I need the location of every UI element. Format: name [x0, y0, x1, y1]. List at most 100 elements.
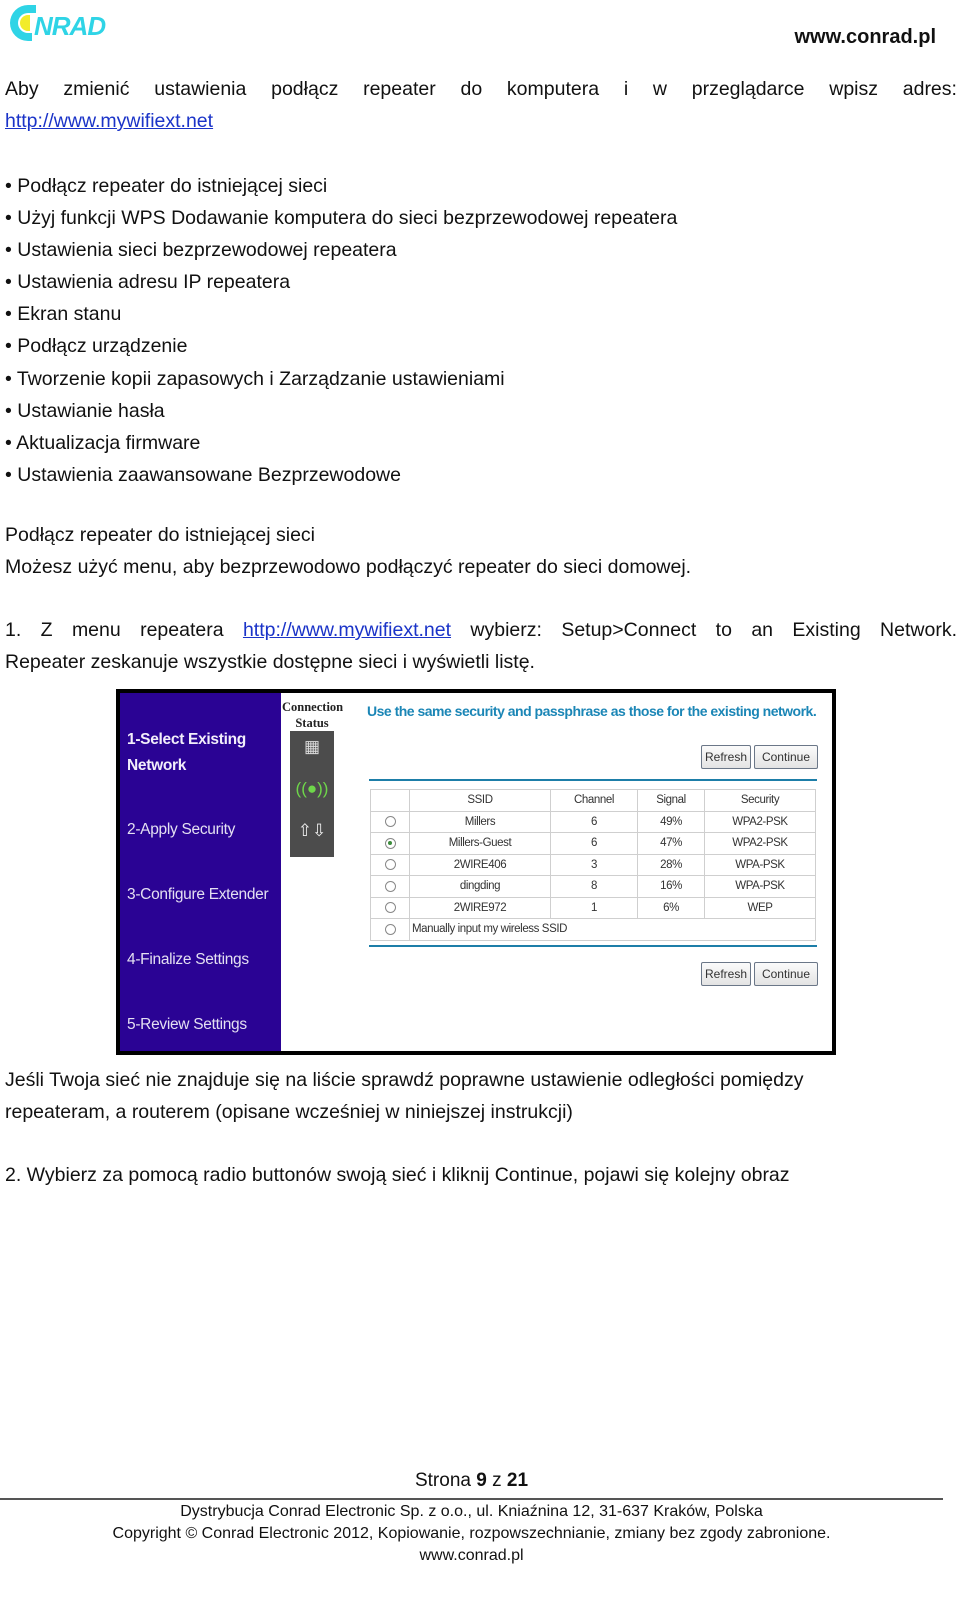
network-table: SSID Channel Signal Security Millers 6 4… — [370, 789, 816, 941]
note-line2: repeateram, a routerem (opisane wcześnie… — [5, 1101, 573, 1123]
signal-cell: 6% — [637, 896, 705, 919]
manual-ssid-radio[interactable] — [384, 923, 396, 935]
wizard-note: Use the same security and passphrase as … — [367, 703, 817, 719]
step1-line2: Repeater zeskanuje wszystkie dostępne si… — [5, 651, 535, 673]
intro-word: wpisz — [829, 78, 878, 100]
intro-word: adres: — [902, 78, 957, 100]
ssid-cell: Millers-Guest — [409, 832, 551, 855]
intro-word: w — [652, 78, 667, 100]
step1-word: to — [715, 619, 732, 641]
signal-cell: 49% — [637, 810, 705, 833]
manual-ssid-label: Manually input my wireless SSID — [409, 918, 816, 941]
network-radio-selected[interactable] — [384, 837, 396, 849]
header-website: www.conrad.pl — [794, 26, 937, 48]
network-radio[interactable] — [384, 880, 396, 892]
table-header-row: SSID Channel Signal Security — [370, 789, 816, 812]
table-row[interactable]: Millers 6 49% WPA2-PSK — [370, 810, 816, 833]
page-number: Strona 9 z 21 — [0, 1470, 943, 1492]
list-item: • Podłącz repeater do istniejącej sieci — [5, 175, 328, 197]
table-row[interactable]: Millers-Guest 6 47% WPA2-PSK — [370, 832, 816, 855]
wizard-step-configure-extender[interactable]: 3-Configure Extender — [127, 882, 269, 908]
wizard-step-select-network[interactable]: 1-Select Existing Network — [127, 727, 277, 779]
step1-word: menu — [71, 619, 121, 641]
wireless-signal-icon: ((●)) — [295, 779, 329, 798]
security-cell: WPA-PSK — [704, 875, 816, 898]
list-item: • Ustawienia zaawansowane Bezprzewodowe — [5, 463, 401, 486]
conrad-logo-icon: NRAD — [10, 5, 107, 41]
security-cell: WPA2-PSK — [704, 810, 816, 833]
list-item: • Użyj funkcji WPS Dodawanie komputera d… — [5, 207, 678, 230]
header-select — [370, 789, 410, 812]
channel-cell: 3 — [550, 853, 638, 876]
intro-word: zmienić — [63, 78, 130, 100]
continue-button-bottom[interactable]: Continue — [754, 962, 818, 986]
list-item: • Tworzenie kopii zapasowych i Zarządzan… — [5, 367, 505, 390]
page-prefix: Strona — [414, 1470, 471, 1491]
network-radio[interactable] — [384, 816, 396, 828]
channel-cell: 6 — [550, 832, 638, 855]
table-row[interactable]: dingding 8 16% WPA-PSK — [370, 875, 816, 898]
footer-website: www.conrad.pl — [419, 1547, 524, 1564]
network-radio[interactable] — [384, 902, 396, 914]
intro-word: do — [460, 78, 483, 100]
page-separator: z — [492, 1470, 502, 1491]
intro-link-line: http://www.mywifiext.net — [5, 105, 213, 137]
wizard-step-apply-security[interactable]: 2-Apply Security — [127, 817, 235, 843]
connection-status-panel: ▦ ((●)) ⇧⇩ — [290, 731, 334, 857]
ssid-cell: 2WIRE406 — [409, 853, 551, 876]
table-row[interactable]: 2WIRE972 1 6% WEP — [370, 896, 816, 919]
list-item: • Podłącz urządzenie — [5, 335, 188, 358]
refresh-button-top[interactable]: Refresh — [701, 745, 751, 769]
intro-word: Aby — [5, 78, 39, 100]
step1-line: 1. Zmenu repeatera http://www.mywifiext.net… — [5, 614, 957, 646]
network-radio[interactable] — [384, 859, 396, 871]
router-icon: ▦ — [303, 737, 321, 756]
intro-word: podłącz — [271, 78, 339, 100]
ssid-cell: Millers — [409, 810, 551, 833]
channel-cell: 6 — [550, 810, 638, 833]
table-row[interactable]: 2WIRE406 3 28% WPA-PSK — [370, 853, 816, 876]
list-item: • Ekran stanu — [5, 303, 122, 326]
section-subtext: Możesz użyć menu, aby bezprzewodowo podł… — [5, 556, 692, 578]
footer-copyright: Copyright © Conrad Electronic 2012, Kopi… — [112, 1525, 831, 1542]
mywifiext-link[interactable]: http://www.mywifiext.net — [243, 614, 451, 646]
divider — [369, 945, 817, 947]
channel-cell: 1 — [550, 896, 638, 919]
section-heading: Podłącz repeater do istniejącej sieci — [5, 524, 316, 546]
step1-word: Z — [40, 619, 53, 641]
continue-button-top[interactable]: Continue — [754, 745, 818, 769]
conrad-logo: NRAD — [6, 2, 166, 44]
page-total: 21 — [506, 1470, 529, 1491]
table-row-manual[interactable]: Manually input my wireless SSID — [370, 918, 816, 941]
signal-cell: 16% — [637, 875, 705, 898]
security-cell: WPA2-PSK — [704, 832, 816, 855]
list-item: • Ustawienia adresu IP repeatera — [5, 271, 291, 294]
wizard-screenshot: 1-Select Existing Network 2-Apply Securi… — [116, 689, 836, 1055]
ssid-cell: dingding — [409, 875, 551, 898]
refresh-button-bottom[interactable]: Refresh — [701, 962, 751, 986]
mywifiext-link[interactable]: http://www.mywifiext.net — [5, 110, 213, 132]
upload-download-icon: ⇧⇩ — [297, 821, 327, 840]
wizard-step-review-settings[interactable]: 5-Review Settings — [127, 1012, 247, 1038]
divider — [369, 779, 817, 781]
intro-word: komputera — [506, 78, 600, 100]
header-signal: Signal — [637, 789, 705, 812]
step1-word: 1. — [5, 619, 22, 641]
channel-cell: 8 — [550, 875, 638, 898]
feature-list: • Podłącz repeater do istniejącej sieci … — [5, 170, 677, 491]
step1-word: Network. — [880, 619, 957, 641]
security-cell: WEP — [704, 896, 816, 919]
wizard-steps-sidebar: 1-Select Existing Network 2-Apply Securi… — [120, 693, 281, 1051]
header-security: Security — [704, 789, 816, 812]
svg-text:NRAD: NRAD — [34, 11, 106, 41]
list-item: • Ustawianie hasła — [5, 399, 165, 422]
header-channel: Channel — [550, 789, 638, 812]
security-cell: WPA-PSK — [704, 853, 816, 876]
signal-cell: 28% — [637, 853, 705, 876]
intro-line: Aby zmienić ustawienia podłącz repeater do kom… — [5, 73, 957, 105]
connection-status-label: Connection Status — [282, 700, 344, 730]
step2-text: 2. Wybierz za pomocą radio buttonów swoj… — [5, 1164, 790, 1186]
intro-word: repeater — [363, 78, 436, 100]
step1-word: wybierz: — [470, 619, 542, 641]
wizard-step-finalize-settings[interactable]: 4-Finalize Settings — [127, 947, 249, 973]
